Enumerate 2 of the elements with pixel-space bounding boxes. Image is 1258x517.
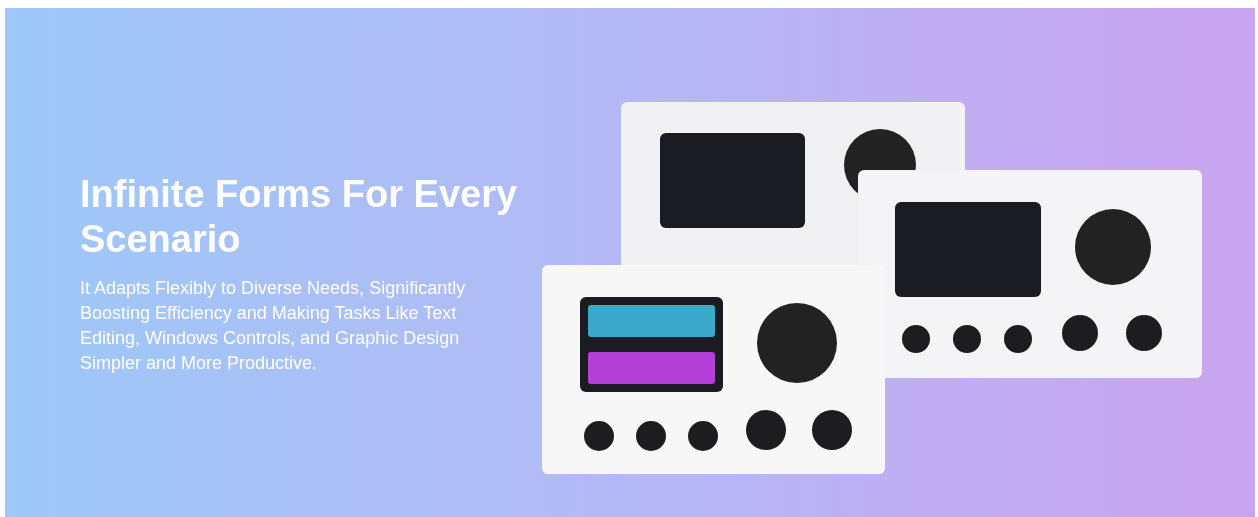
banner-description: It Adapts Flexibly to Diverse Needs, Significantly Boosting Efficiency and Making Tasks Like Text Editing, Windows Controls, and Graphic Design Simpler and More Productive. xyxy=(80,277,467,375)
banner-title: Infinite Forms For Every Scenario xyxy=(80,172,519,262)
